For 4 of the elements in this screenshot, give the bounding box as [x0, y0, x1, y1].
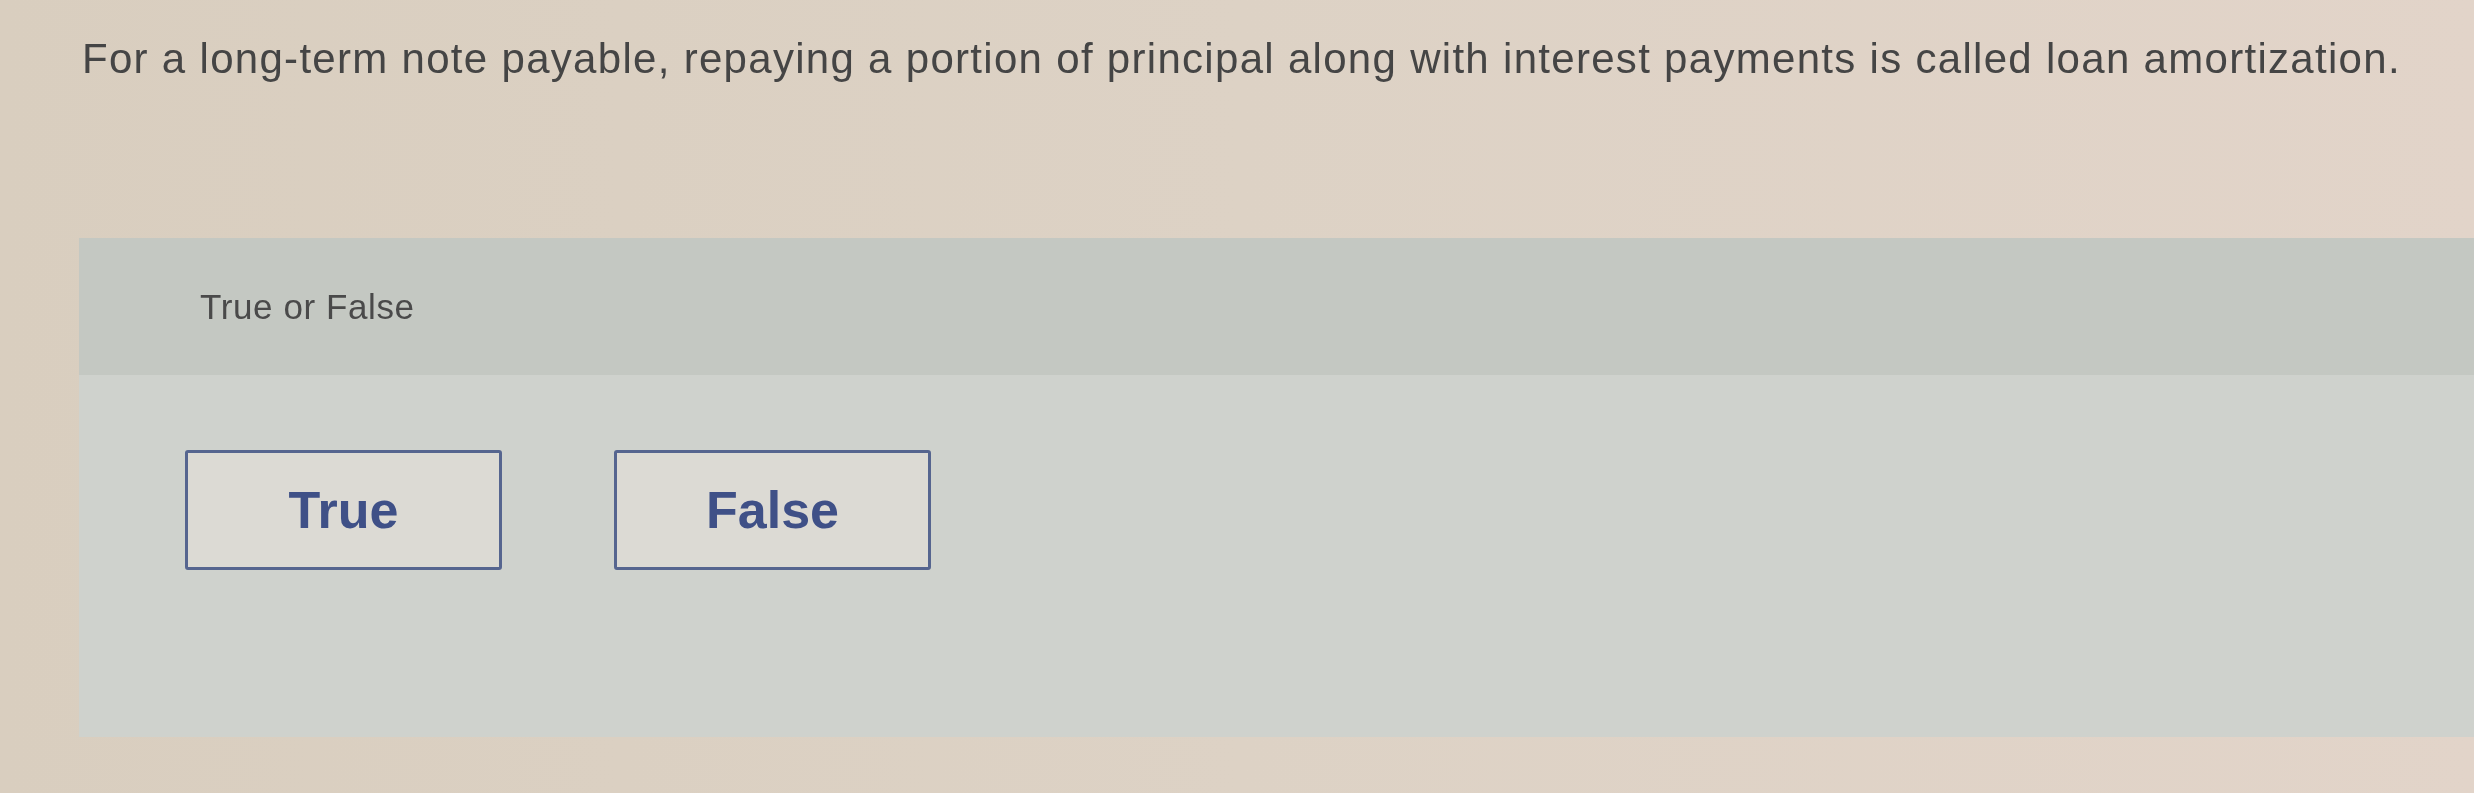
- question-text: For a long-term note payable, repaying a portion of principal along with interest payments is called loan amortization.: [82, 35, 2401, 84]
- prompt-text: True or False: [200, 285, 415, 328]
- answer-option-button[interactable]: True: [185, 450, 502, 571]
- answer-option-button[interactable]: False: [614, 450, 931, 571]
